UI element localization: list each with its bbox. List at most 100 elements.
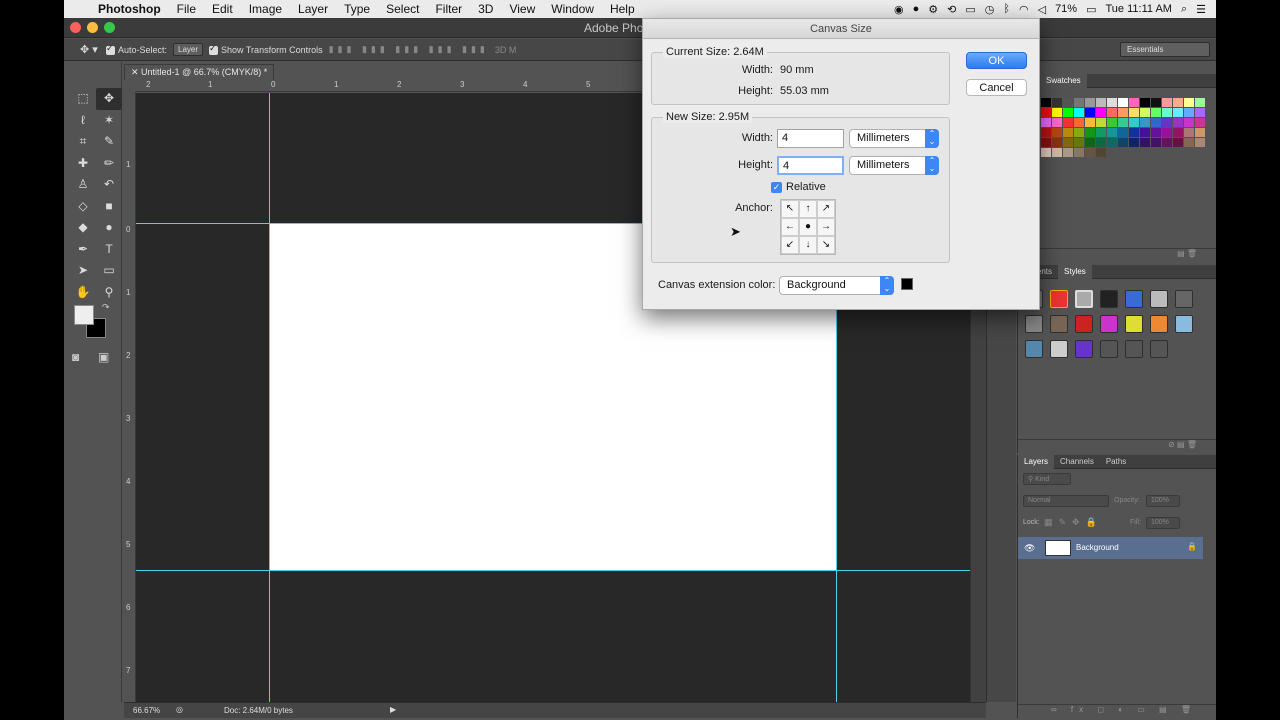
- timemachine-icon[interactable]: ◷: [985, 3, 995, 16]
- tab-channels[interactable]: Channels: [1054, 455, 1100, 469]
- hand-tool-icon[interactable]: ✋: [70, 282, 96, 304]
- dodge-tool-icon[interactable]: ●: [96, 217, 122, 239]
- blur-tool-icon[interactable]: ◆: [70, 217, 96, 239]
- shape-tool-icon[interactable]: ▭: [96, 260, 122, 282]
- minimize-window-icon[interactable]: [87, 22, 98, 33]
- settings-icon[interactable]: ⚙: [928, 3, 938, 16]
- zoom-tool-icon[interactable]: ⚲: [96, 282, 122, 304]
- height-unit-select[interactable]: Millimeters ⌃ ⌄: [849, 156, 939, 175]
- width-unit-select[interactable]: Millimeters ⌃ ⌄: [849, 129, 939, 148]
- menu-window[interactable]: Window: [543, 2, 602, 16]
- menu-3d[interactable]: 3D: [470, 2, 501, 16]
- eraser-icon[interactable]: ◇: [70, 196, 96, 218]
- fill-field[interactable]: 100%: [1146, 517, 1180, 529]
- menu-help[interactable]: Help: [602, 2, 643, 16]
- auto-select-dropdown[interactable]: Layer: [173, 43, 204, 56]
- path-select-icon[interactable]: ➤: [70, 260, 96, 282]
- menu-select[interactable]: Select: [378, 2, 427, 16]
- airplay-icon[interactable]: ▭: [965, 3, 975, 16]
- tab-layers[interactable]: Layers: [1018, 454, 1055, 469]
- menu-filter[interactable]: Filter: [427, 2, 470, 16]
- swatches-footer-icons[interactable]: ▤ 🗑: [1018, 248, 1216, 262]
- relative-label[interactable]: Relative: [786, 181, 826, 193]
- healing-brush-icon[interactable]: ✚: [70, 153, 96, 175]
- anchor-n-icon[interactable]: ↑: [799, 200, 817, 218]
- layer-kind-filter[interactable]: ⚲ Kind: [1023, 473, 1071, 485]
- align-icons[interactable]: ▮▮▮ ▮▮▮ ▮▮▮ ▮▮▮ ▮▮▮: [329, 44, 489, 55]
- wifi-icon[interactable]: ◠: [1019, 3, 1029, 16]
- gradient-icon[interactable]: ■: [96, 196, 122, 218]
- status-icon[interactable]: ●: [913, 3, 920, 15]
- tab-paths[interactable]: Paths: [1100, 455, 1132, 469]
- quick-mask-icon[interactable]: ◙: [72, 350, 79, 364]
- clock[interactable]: Tue 11:11 AM: [1106, 3, 1172, 15]
- screen-mode-icon[interactable]: ▣: [98, 350, 109, 364]
- tab-styles[interactable]: Styles: [1058, 264, 1092, 279]
- move-tool-icon[interactable]: ✥: [96, 88, 122, 110]
- move-tool-icon[interactable]: ✥ ▾: [80, 43, 106, 56]
- extension-color-well[interactable]: [901, 278, 913, 290]
- ok-button[interactable]: OK: [966, 52, 1027, 69]
- menu-file[interactable]: File: [169, 2, 204, 16]
- spotlight-icon[interactable]: ⌕: [1181, 3, 1187, 16]
- anchor-s-icon[interactable]: ↓: [799, 236, 817, 254]
- sync-icon[interactable]: ⟲: [947, 3, 956, 16]
- tab-swatches[interactable]: Swatches: [1040, 73, 1087, 88]
- anchor-e-icon[interactable]: →: [817, 218, 835, 236]
- transform-checkbox[interactable]: [209, 43, 221, 55]
- zoom-window-icon[interactable]: [104, 22, 115, 33]
- volume-icon[interactable]: ◁: [1038, 3, 1046, 16]
- stamp-tool-icon[interactable]: ♙: [70, 174, 96, 196]
- auto-select-checkbox[interactable]: [106, 43, 118, 55]
- layer-row-background[interactable]: 👁 Background 🔒: [1018, 537, 1203, 559]
- swap-colors-icon[interactable]: ↷: [102, 302, 110, 313]
- opacity-field[interactable]: 100%: [1146, 495, 1180, 507]
- document-tab[interactable]: ✕ Untitled-1 @ 66.7% (CMYK/8) *: [124, 64, 275, 80]
- zoom-level[interactable]: 66.67%: [133, 706, 160, 715]
- guide-horizontal[interactable]: [136, 570, 970, 571]
- anchor-se-icon[interactable]: ↘: [817, 236, 835, 254]
- anchor-sw-icon[interactable]: ↙: [781, 236, 799, 254]
- battery-icon[interactable]: ▭: [1086, 3, 1096, 16]
- extension-color-select[interactable]: Background ⌃ ⌄: [779, 276, 894, 295]
- eyedropper-icon[interactable]: ✎: [96, 131, 122, 153]
- history-brush-icon[interactable]: ↶: [96, 174, 122, 196]
- layer-name[interactable]: Background: [1076, 543, 1119, 552]
- width-field[interactable]: 4: [777, 129, 844, 148]
- foreground-color-swatch[interactable]: [74, 305, 94, 325]
- anchor-nw-icon[interactable]: ↖: [781, 200, 799, 218]
- bluetooth-icon[interactable]: ᛒ: [1003, 3, 1010, 15]
- menu-view[interactable]: View: [501, 2, 543, 16]
- styles-footer-icons[interactable]: ⊘ ▤ 🗑: [1018, 439, 1216, 453]
- lasso-tool-icon[interactable]: ℓ: [70, 110, 96, 132]
- marquee-tool-icon[interactable]: ⬚: [70, 88, 96, 110]
- close-window-icon[interactable]: [70, 22, 81, 33]
- pen-tool-icon[interactable]: ✒: [70, 239, 96, 261]
- styles-grid[interactable]: [1022, 287, 1197, 362]
- menu-image[interactable]: Image: [241, 2, 290, 16]
- crop-tool-icon[interactable]: ⌗: [70, 131, 96, 153]
- blend-mode-dropdown[interactable]: Normal: [1023, 495, 1109, 507]
- brush-tool-icon[interactable]: ✏: [96, 153, 122, 175]
- swatch-grid[interactable]: [1041, 98, 1205, 157]
- status-share-icon[interactable]: ◎: [176, 705, 183, 714]
- menu-type[interactable]: Type: [336, 2, 378, 16]
- lock-icons[interactable]: ▦✎✥🔒: [1044, 517, 1103, 528]
- guide-vertical[interactable]: [269, 93, 270, 702]
- menu-app-name[interactable]: Photoshop: [90, 2, 169, 16]
- menu-layer[interactable]: Layer: [290, 2, 336, 16]
- menu-edit[interactable]: Edit: [204, 2, 241, 16]
- layers-footer-icons[interactable]: ∞ fx ◻ ◐ ▭ ▤ 🗑: [1018, 704, 1216, 718]
- type-tool-icon[interactable]: T: [96, 239, 122, 261]
- height-field[interactable]: 4: [777, 156, 844, 175]
- workspace-switcher[interactable]: Essentials: [1120, 42, 1210, 57]
- close-tab-icon[interactable]: ✕: [131, 67, 141, 77]
- cancel-button[interactable]: Cancel: [966, 79, 1027, 96]
- anchor-center-icon[interactable]: ●: [799, 218, 817, 236]
- relative-checkbox[interactable]: ✓: [771, 182, 782, 193]
- battery-percent[interactable]: 71%: [1055, 3, 1077, 15]
- record-icon[interactable]: ◉: [894, 3, 904, 16]
- anchor-w-icon[interactable]: ←: [781, 218, 799, 236]
- status-menu-arrow-icon[interactable]: ▶: [390, 705, 396, 714]
- anchor-ne-icon[interactable]: ↗: [817, 200, 835, 218]
